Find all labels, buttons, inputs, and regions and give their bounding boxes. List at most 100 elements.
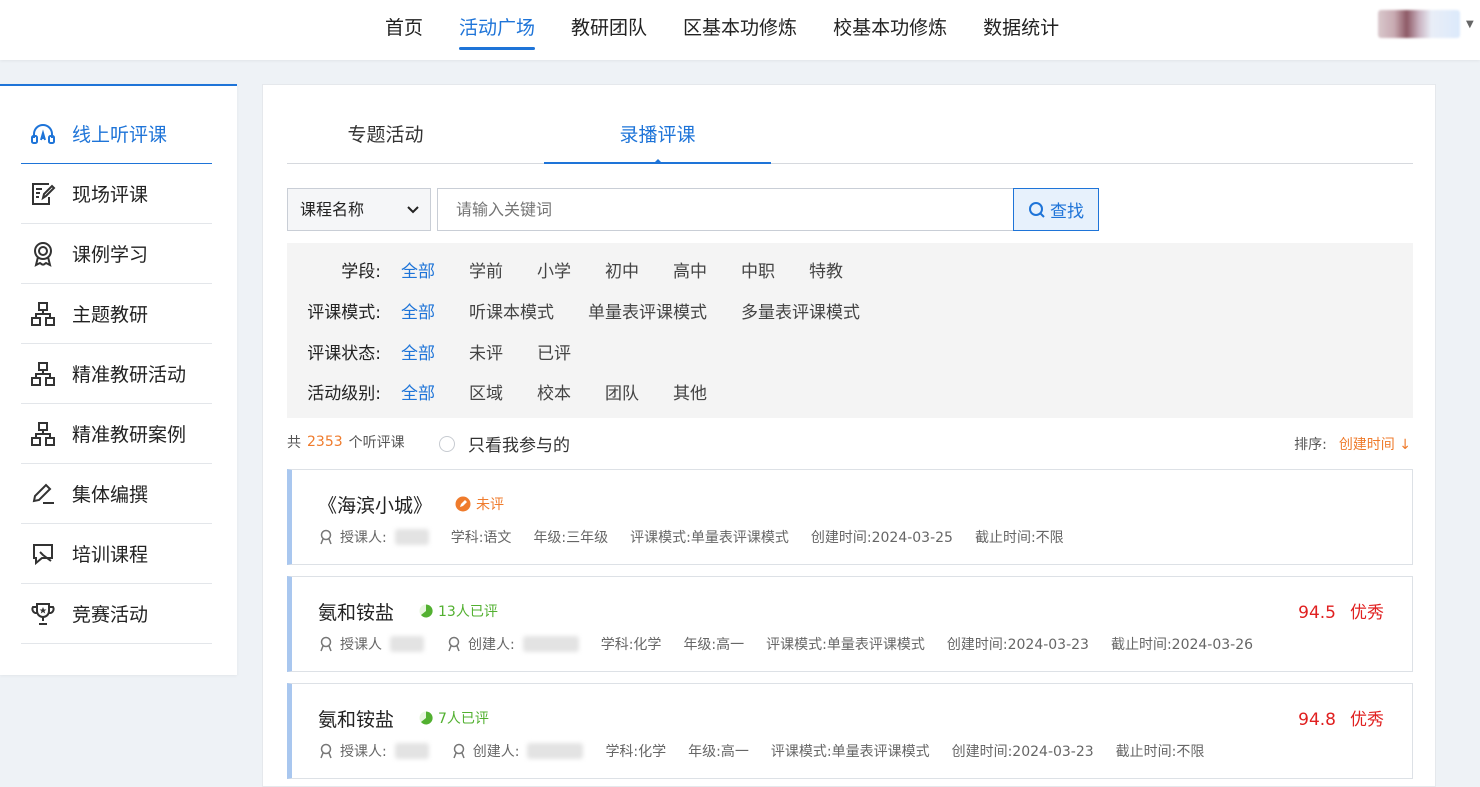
only-mine-radio[interactable] xyxy=(439,436,455,452)
filter-option[interactable]: 区域 xyxy=(469,379,503,404)
sidebar-item-training[interactable]: 培训课程 xyxy=(21,524,212,584)
filter-option[interactable]: 全部 xyxy=(401,379,435,404)
filter-option[interactable]: 中职 xyxy=(741,257,775,282)
sidebar-item-theme-research[interactable]: 主题教研 xyxy=(21,284,212,344)
meta-mode: 评课模式:单量表评课模式 xyxy=(770,744,930,760)
user-menu[interactable]: ▼ xyxy=(1378,10,1474,38)
search-button[interactable]: 查找 xyxy=(1013,188,1099,231)
chat-check-icon xyxy=(28,539,58,569)
meta-mode: 评课模式:单量表评课模式 xyxy=(766,637,925,653)
filter-option[interactable]: 多量表评课模式 xyxy=(741,298,860,323)
score-rating: 优秀 xyxy=(1350,603,1384,623)
filter-option[interactable]: 已评 xyxy=(537,339,571,364)
filter-option[interactable]: 全部 xyxy=(401,298,435,323)
meta-subject: 学科:语文 xyxy=(450,530,512,546)
search-field-select[interactable]: 课程名称 xyxy=(287,188,431,231)
sidebar-item-label: 主题教研 xyxy=(72,304,149,326)
summary-suffix: 个听评课 xyxy=(348,435,405,451)
redacted-name xyxy=(394,743,429,759)
filter-option[interactable]: 其他 xyxy=(673,379,707,404)
meta-created: 创建时间:2024-03-25 xyxy=(810,530,953,546)
meta-subject: 学科:化学 xyxy=(605,744,667,760)
sidebar-item-onsite-review[interactable]: 现场评课 xyxy=(21,164,212,224)
meta-subject: 学科:化学 xyxy=(600,637,662,653)
search-input[interactable] xyxy=(437,188,1014,231)
sidebar-item-case-study[interactable]: 课例学习 xyxy=(21,224,212,284)
filter-option[interactable]: 未评 xyxy=(469,339,503,364)
filter-option[interactable]: 团队 xyxy=(605,379,639,404)
score-rating: 优秀 xyxy=(1350,710,1384,730)
filter-option[interactable]: 校本 xyxy=(537,379,571,404)
filter-option[interactable]: 单量表评课模式 xyxy=(588,298,707,323)
avatar[interactable] xyxy=(1378,10,1460,38)
sidebar-item-label: 精准教研活动 xyxy=(72,364,187,386)
sidebar-item-online-review[interactable]: 线上听评课 xyxy=(21,104,212,164)
tab-bar: 专题活动 录播评课 xyxy=(287,107,1413,164)
sidebar-item-precise-activity[interactable]: 精准教研活动 xyxy=(21,344,212,404)
sort-value[interactable]: 创建时间 ↓ xyxy=(1339,434,1411,454)
filter-panel: 学段: 全部 学前 小学 初中 高中 中职 特教 评课模式: 全部 听课本模式 … xyxy=(287,243,1413,418)
sort-control: 排序: 创建时间 ↓ xyxy=(1294,434,1411,454)
chevron-down-icon xyxy=(407,206,419,214)
card-title[interactable]: 《海滨小城》 xyxy=(318,491,432,518)
only-mine-label[interactable]: 只看我参与的 xyxy=(468,431,570,456)
sidebar-item-precise-case[interactable]: 精准教研案例 xyxy=(21,404,212,464)
filter-option[interactable]: 小学 xyxy=(537,257,571,282)
top-bar: 首页 活动广场 教研团队 区基本功修炼 校基本功修炼 数据统计 ▼ xyxy=(0,0,1480,60)
tab-recorded-review[interactable]: 录播评课 xyxy=(544,107,771,164)
filter-option[interactable]: 特教 xyxy=(809,257,843,282)
tab-special-activity[interactable]: 专题活动 xyxy=(272,107,499,164)
pen-icon xyxy=(28,479,58,509)
filter-option[interactable]: 听课本模式 xyxy=(469,298,554,323)
redacted-name xyxy=(390,636,424,652)
list-item[interactable]: 氨和铵盐 13人已评 94.5 优秀 授课人 创建人: 学科:化学 年级:高一 评… xyxy=(287,576,1413,672)
card-score: 94.5 优秀 xyxy=(1298,598,1384,623)
meta-deadline: 截止时间:不限 xyxy=(974,530,1064,546)
result-summary: 共 2353 个听评课 xyxy=(287,432,405,452)
sidebar-item-label: 线上听评课 xyxy=(72,124,168,146)
status-badge: 未评 xyxy=(455,494,504,514)
list-item[interactable]: 氨和铵盐 7人已评 94.8 优秀 授课人: 创建人: 学科:化学 年级:高一 评… xyxy=(287,683,1413,779)
filter-label: 活动级别: xyxy=(307,383,381,404)
redacted-name xyxy=(527,743,584,759)
main-nav: 首页 活动广场 教研团队 区基本功修炼 校基本功修炼 数据统计 xyxy=(367,0,1077,60)
nav-activity-plaza[interactable]: 活动广场 xyxy=(441,0,553,60)
card-meta: 授课人: 创建人: 学科:化学 年级:高一 评课模式:单量表评课模式 创建时间:… xyxy=(318,741,1226,761)
status-badge: 13人已评 xyxy=(419,601,498,621)
sidebar-item-competition[interactable]: 竞赛活动 xyxy=(21,584,212,644)
award-icon xyxy=(28,239,58,269)
filter-row-status: 评课状态: 全部 未评 已评 xyxy=(287,336,571,366)
chevron-down-icon[interactable]: ▼ xyxy=(1466,19,1474,30)
meta-creator: 创建人: xyxy=(451,741,584,761)
meta-deadline: 截止时间:不限 xyxy=(1115,744,1205,760)
nav-research-team[interactable]: 教研团队 xyxy=(553,0,665,60)
creator-label: 创建人: xyxy=(472,744,520,760)
sidebar-item-collective-edit[interactable]: 集体编撰 xyxy=(21,464,212,524)
filter-option[interactable]: 学前 xyxy=(469,257,503,282)
filter-label: 评课模式: xyxy=(307,302,381,323)
progress-pie-icon xyxy=(419,711,433,725)
status-badge: 7人已评 xyxy=(419,708,489,728)
card-title[interactable]: 氨和铵盐 xyxy=(318,705,394,732)
card-title[interactable]: 氨和铵盐 xyxy=(318,598,394,625)
nav-school-training[interactable]: 校基本功修炼 xyxy=(815,0,965,60)
filter-option[interactable]: 全部 xyxy=(401,339,435,364)
filter-label: 学段: xyxy=(341,261,381,282)
list-item[interactable]: 《海滨小城》 未评 授课人: 学科:语文 年级:三年级 评课模式:单量表评课模式… xyxy=(287,469,1413,565)
org-chart-icon xyxy=(28,359,58,389)
creator-label: 创建人: xyxy=(468,637,515,653)
select-value: 课程名称 xyxy=(300,200,365,219)
edit-note-icon xyxy=(28,179,58,209)
sidebar-item-label: 竞赛活动 xyxy=(72,604,149,626)
headset-icon xyxy=(28,119,58,149)
redacted-name xyxy=(394,529,429,545)
filter-option[interactable]: 全部 xyxy=(401,257,435,282)
redacted-name xyxy=(522,636,579,652)
nav-home[interactable]: 首页 xyxy=(367,0,441,60)
filter-option[interactable]: 高中 xyxy=(673,257,707,282)
sidebar-item-label: 精准教研案例 xyxy=(72,424,187,446)
nav-district-training[interactable]: 区基本功修炼 xyxy=(665,0,815,60)
filter-option[interactable]: 初中 xyxy=(605,257,639,282)
sidebar-item-label: 现场评课 xyxy=(72,184,149,206)
nav-statistics[interactable]: 数据统计 xyxy=(965,0,1077,60)
